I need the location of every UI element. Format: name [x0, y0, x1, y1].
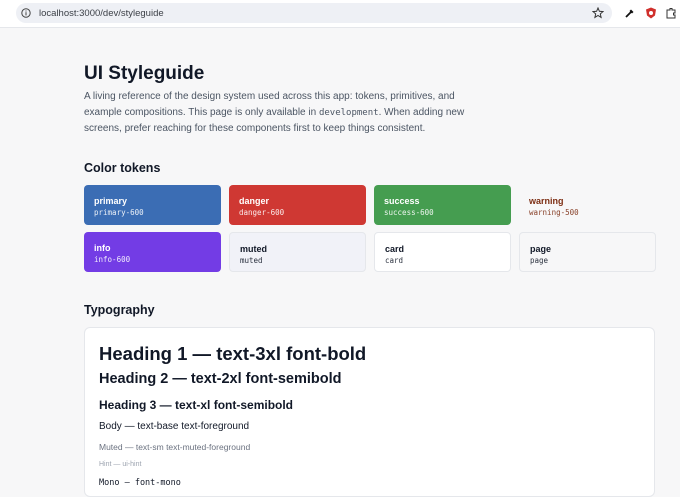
extension-shield-icon[interactable]	[645, 7, 657, 19]
mono-text-sample: Mono — font-mono	[99, 478, 181, 488]
token-name: success	[384, 196, 420, 206]
token-variable: card	[385, 256, 404, 265]
token-name: card	[385, 244, 405, 254]
color-token-muted: muted muted	[229, 232, 366, 272]
token-name: primary	[94, 196, 128, 206]
token-variable: info-600	[94, 255, 131, 264]
token-variable: danger-600	[239, 208, 285, 217]
description-code: development	[318, 107, 379, 118]
color-token-primary: primary primary-600	[84, 185, 221, 225]
browser-toolbar: localhost:3000/dev/styleguide	[0, 0, 680, 28]
section-title-color-tokens: Color tokens	[84, 161, 161, 175]
token-variable: primary-600	[94, 208, 144, 217]
hint-text-sample: Hint — ui-hint	[99, 461, 142, 468]
token-name: danger	[239, 196, 270, 206]
typography-card: Heading 1 — text-3xl font-bold Heading 2…	[84, 327, 655, 497]
token-name: page	[530, 244, 552, 254]
color-token-info: info info-600	[84, 232, 221, 272]
extensions-puzzle-icon[interactable]	[665, 7, 677, 19]
heading-1-sample: Heading 1 — text-3xl font-bold	[99, 343, 367, 364]
color-token-warning: warning warning-500	[519, 185, 656, 225]
page-title: UI Styleguide	[84, 63, 205, 84]
token-name: muted	[240, 244, 267, 254]
color-token-page: page page	[519, 232, 656, 272]
address-bar[interactable]: localhost:3000/dev/styleguide	[16, 3, 612, 23]
token-name: info	[94, 243, 111, 253]
bookmark-star-icon[interactable]	[592, 7, 604, 19]
color-token-danger: danger danger-600	[229, 185, 366, 225]
color-token-success: success success-600	[374, 185, 511, 225]
token-variable: muted	[240, 256, 263, 265]
token-variable: success-600	[384, 208, 434, 217]
token-name: warning	[529, 196, 564, 206]
color-token-card: card card	[374, 232, 511, 272]
page-description: A living reference of the design system …	[84, 89, 484, 137]
muted-text-sample: Muted — text-sm text-muted-foreground	[99, 442, 251, 452]
eyedropper-icon[interactable]	[624, 7, 636, 19]
token-variable: page	[530, 256, 549, 265]
section-title-typography: Typography	[84, 303, 155, 317]
heading-2-sample: Heading 2 — text-2xl font-semibold	[99, 371, 342, 387]
url-text[interactable]: localhost:3000/dev/styleguide	[39, 8, 164, 19]
token-variable: warning-500	[529, 208, 579, 217]
heading-3-sample: Heading 3 — text-xl font-semibold	[99, 398, 294, 412]
site-info-icon[interactable]	[21, 8, 31, 18]
body-text-sample: Body — text-base text-foreground	[99, 421, 250, 432]
